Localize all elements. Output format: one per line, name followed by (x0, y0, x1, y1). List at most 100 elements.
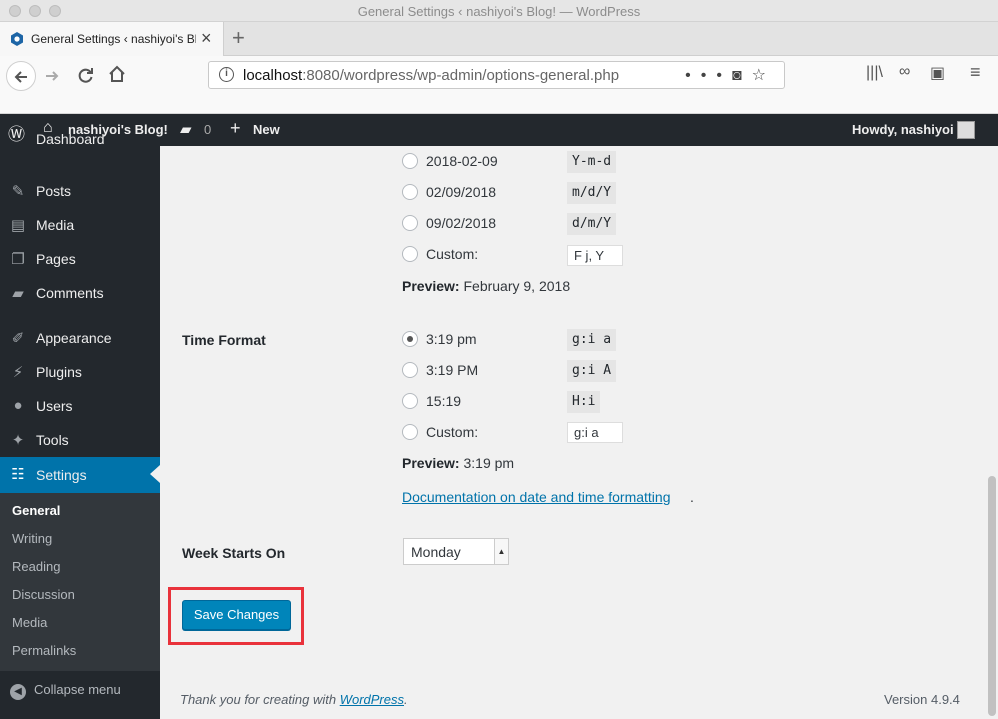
settings-submenu: General Writing Reading Discussion Media… (0, 493, 160, 671)
sidebar-item-tools[interactable]: ✦ Tools (0, 423, 160, 457)
date-format-option-label: 02/09/2018 (426, 184, 497, 200)
time-format-label: Time Format (182, 332, 266, 348)
menu-icon[interactable]: ≡ (970, 62, 981, 83)
url-actions: •••◙☆ (685, 65, 776, 85)
close-tab-icon[interactable]: × (201, 29, 212, 47)
submenu-item-discussion[interactable]: Discussion (12, 587, 75, 602)
time-format-option-label: 15:19 (426, 393, 462, 409)
wordpress-link[interactable]: WordPress (340, 692, 404, 707)
new-content-link[interactable]: New (253, 122, 280, 137)
howdy-user[interactable]: Howdy, nashiyoi (852, 122, 954, 137)
sidebar-item-label: Plugins (36, 364, 82, 380)
submenu-item-media[interactable]: Media (12, 615, 47, 630)
back-button[interactable] (6, 61, 36, 91)
media-icon: ▤ (10, 217, 26, 234)
wrench-icon: ✦ (11, 432, 25, 449)
date-format-code: m/d/Y (567, 182, 617, 204)
sidebar-item-label: Appearance (36, 330, 112, 346)
admin-sidebar: Dashboard ✎ Posts ▤ Media ❐ Pages ▰ Comm… (0, 134, 160, 719)
wordpress-favicon-icon (11, 32, 23, 46)
sidebar-item-dashboard[interactable]: Dashboard (0, 134, 160, 156)
time-format-code: H:i (567, 391, 601, 413)
footer-version: Version 4.9.4 (884, 692, 960, 707)
footer-thanks: Thank you for creating with WordPress. (180, 692, 408, 707)
time-format-option-label: Custom: (426, 424, 479, 440)
sidebar-item-settings[interactable]: ☷ Settings (0, 457, 160, 493)
sidebar-item-label: Posts (36, 183, 72, 199)
library-icon[interactable]: |||\ (866, 64, 883, 82)
brush-icon: ✐ (11, 330, 25, 347)
sidebar-item-pages[interactable]: ❐ Pages (0, 242, 160, 276)
date-format-radio-dmy[interactable] (402, 215, 418, 231)
page-scrollbar[interactable] (986, 146, 998, 719)
week-starts-on-label: Week Starts On (182, 545, 286, 561)
time-format-preview: Preview: 3:19 pm (402, 455, 515, 471)
time-format-radio-gia-upper[interactable] (402, 362, 418, 378)
submenu-item-permalinks[interactable]: Permalinks (12, 643, 76, 658)
window-title: General Settings ‹ nashiyoi's Blog! — Wo… (357, 4, 641, 19)
time-format-custom-input[interactable]: g:i a (567, 422, 623, 443)
comments-count[interactable]: 0 (204, 122, 211, 137)
sidebar-item-appearance[interactable]: ✐ Appearance (0, 321, 160, 355)
url-text[interactable]: localhost:8080/wordpress/wp-admin/option… (243, 67, 619, 84)
time-format-radio-custom[interactable] (402, 424, 418, 440)
sidebar-item-label: Settings (36, 467, 87, 483)
date-format-code: d/m/Y (567, 213, 617, 235)
doc-link-period: . (690, 489, 694, 505)
reader-icon[interactable]: ∞ (899, 63, 910, 81)
sidebar-item-posts[interactable]: ✎ Posts (0, 174, 160, 208)
plus-icon[interactable]: + (230, 118, 241, 139)
submenu-item-general[interactable]: General (12, 503, 60, 518)
date-format-radio-mdy[interactable] (402, 184, 418, 200)
time-format-radio-gia-lower[interactable] (402, 331, 418, 347)
date-format-option-label: 2018-02-09 (426, 153, 498, 169)
current-menu-arrow (150, 465, 160, 483)
avatar[interactable] (957, 121, 975, 139)
sidebar-item-users[interactable]: ● Users (0, 389, 160, 423)
date-format-radio-ymd[interactable] (402, 153, 418, 169)
comment-icon: ▰ (12, 285, 24, 302)
bookmark-star-icon[interactable]: ☆ (752, 67, 776, 84)
new-tab-icon[interactable]: + (232, 26, 245, 50)
tab-strip: General Settings ‹ nashiyoi's Blo × + (0, 22, 998, 56)
sidebar-item-label: Tools (36, 432, 69, 448)
window-titlebar: General Settings ‹ nashiyoi's Blog! — Wo… (0, 0, 998, 22)
collapse-arrow-icon: ◀ (10, 684, 26, 700)
comment-bubble-icon[interactable]: ▰ (180, 120, 192, 138)
forward-icon[interactable] (42, 66, 62, 86)
date-format-radio-custom[interactable] (402, 246, 418, 262)
date-format-option-label: 09/02/2018 (426, 215, 497, 231)
sidebar-item-media[interactable]: ▤ Media (0, 208, 160, 242)
time-format-radio-hi[interactable] (402, 393, 418, 409)
scroll-thumb[interactable] (988, 476, 996, 716)
reload-icon[interactable] (76, 65, 96, 85)
user-icon: ● (13, 397, 23, 414)
sidebar-item-plugins[interactable]: ⚡ Plugins (0, 355, 160, 389)
sidebar-item-label: Media (36, 217, 75, 233)
browser-tab[interactable]: General Settings ‹ nashiyoi's Blo × (0, 22, 224, 56)
more-icon[interactable]: ••• (685, 67, 732, 84)
date-format-custom-input[interactable]: F j, Y (567, 245, 623, 266)
info-icon[interactable]: i (219, 67, 234, 82)
select-value: Monday (411, 544, 461, 560)
date-format-option-label: Custom: (426, 246, 479, 262)
submenu-item-writing[interactable]: Writing (12, 531, 52, 546)
pocket-icon[interactable]: ◙ (732, 67, 752, 84)
pages-icon: ❐ (11, 251, 25, 268)
time-format-option-label: 3:19 PM (426, 362, 479, 378)
date-format-code: Y-m-d (567, 151, 617, 173)
date-time-documentation-link[interactable]: Documentation on date and time formattin… (402, 489, 671, 505)
time-format-code: g:i A (567, 360, 617, 382)
tab-title: General Settings ‹ nashiyoi's Blo (31, 32, 196, 46)
submenu-item-reading[interactable]: Reading (12, 559, 60, 574)
time-format-code: g:i a (567, 329, 617, 351)
week-starts-on-select[interactable]: Monday ▲ (403, 538, 509, 565)
home-icon[interactable] (107, 64, 127, 84)
url-bar[interactable]: i localhost:8080/wordpress/wp-admin/opti… (208, 61, 785, 89)
select-arrow-icon: ▲ (494, 539, 508, 564)
collapse-menu-button[interactable]: ◀ Collapse menu (10, 682, 121, 700)
sidebar-icon[interactable]: ▣ (930, 63, 945, 83)
save-changes-button[interactable]: Save Changes (182, 600, 291, 630)
back-icon (14, 71, 27, 83)
sidebar-item-comments[interactable]: ▰ Comments (0, 276, 160, 310)
